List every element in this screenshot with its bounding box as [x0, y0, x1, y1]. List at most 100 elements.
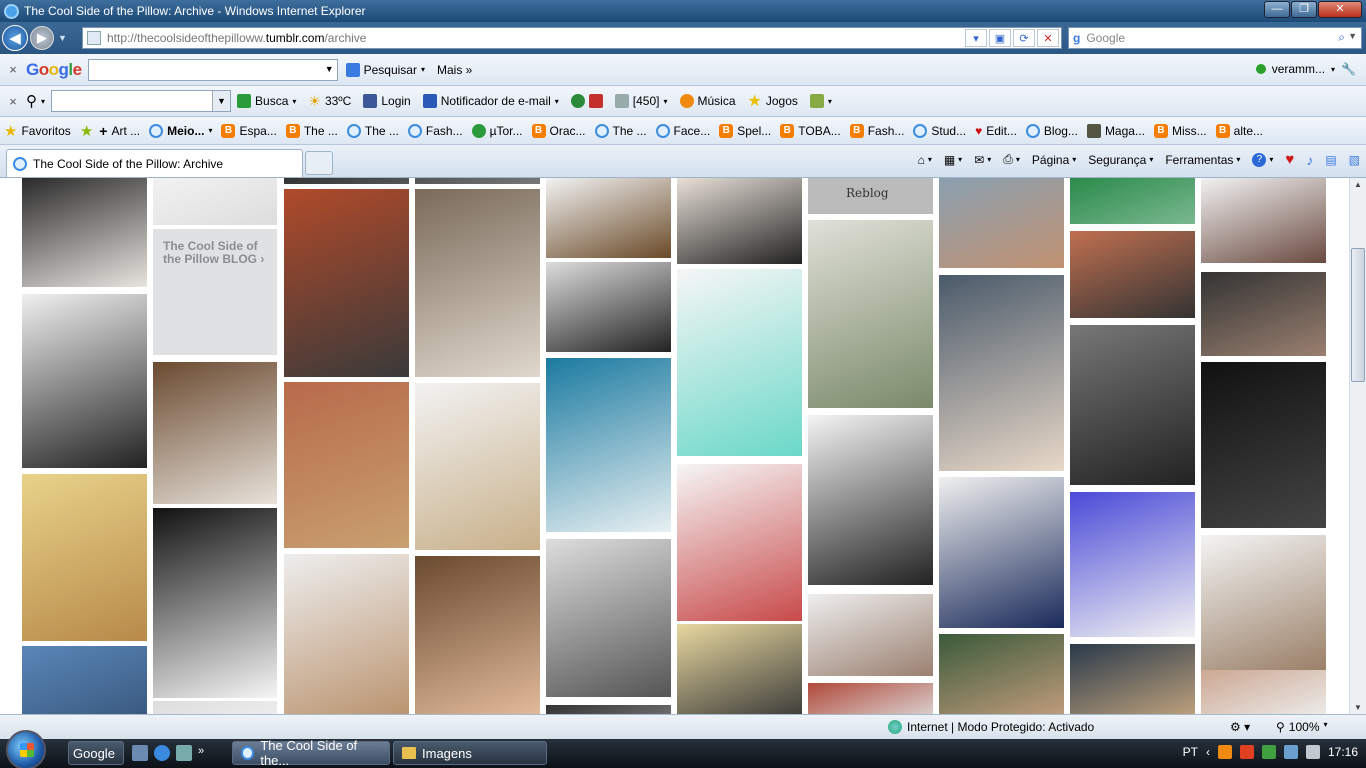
- music-button[interactable]: Música: [679, 94, 736, 108]
- volume-icon[interactable]: [1305, 745, 1320, 759]
- counter-button[interactable]: [450] ▾: [614, 94, 668, 108]
- favorite-item[interactable]: B The ...: [285, 123, 338, 138]
- address-dropdown-icon[interactable]: ▾: [965, 29, 987, 47]
- vertical-scrollbar[interactable]: ▲ ▼: [1349, 178, 1366, 714]
- archive-photo-tile[interactable]: [939, 477, 1064, 628]
- google-search-input[interactable]: ▼: [87, 58, 338, 81]
- tray-antivirus-icon[interactable]: [1239, 745, 1254, 759]
- taskbar-images-folder[interactable]: Imagens: [393, 741, 547, 765]
- tab-archive[interactable]: The Cool Side of the Pillow: Archive: [6, 149, 303, 177]
- busca-button[interactable]: Busca ▾: [237, 94, 296, 108]
- show-desktop-icon[interactable]: [132, 745, 148, 761]
- archive-photo-tile[interactable]: [153, 178, 277, 225]
- tray-security-icon[interactable]: [1261, 745, 1276, 759]
- archive-photo-tile[interactable]: [677, 178, 802, 264]
- heart-icon[interactable]: ♥: [1285, 151, 1294, 168]
- google-search-button[interactable]: Pesquisar ▾: [345, 62, 425, 77]
- research-icon[interactable]: ▧: [1349, 153, 1360, 167]
- maximize-button[interactable]: ❐: [1291, 1, 1317, 18]
- scroll-thumb[interactable]: [1351, 248, 1365, 382]
- forward-button[interactable]: ▶: [30, 26, 54, 50]
- minimize-button[interactable]: —: [1264, 1, 1290, 18]
- favorite-item[interactable]: Fash...: [407, 123, 463, 138]
- ie-icon[interactable]: [154, 745, 170, 761]
- archive-photo-tile[interactable]: [808, 594, 933, 676]
- print-button[interactable]: ⎙ ▾: [1003, 152, 1020, 167]
- favorite-item[interactable]: B Miss...: [1153, 123, 1207, 138]
- network-icon[interactable]: [1283, 745, 1298, 759]
- toolbar-search-input[interactable]: ▼: [51, 90, 232, 112]
- favorite-item[interactable]: µTor...: [471, 123, 523, 138]
- favorite-item[interactable]: Balte...: [1215, 123, 1263, 138]
- archive-photo-tile[interactable]: [1070, 644, 1195, 714]
- favorite-item[interactable]: B Orac...: [531, 123, 586, 138]
- archive-photo-tile[interactable]: [677, 464, 802, 621]
- back-button[interactable]: ◀: [2, 25, 28, 51]
- favorite-item[interactable]: B Spel...: [719, 123, 771, 138]
- archive-photo-tile[interactable]: [153, 701, 277, 714]
- archive-photo-tile[interactable]: [1201, 272, 1326, 356]
- security-zone[interactable]: Internet | Modo Protegido: Activado: [888, 720, 1094, 734]
- archive-photo-tile[interactable]: [22, 646, 147, 714]
- addon-button[interactable]: ▾: [809, 94, 832, 108]
- taskbar-ie-window[interactable]: The Cool Side of the...: [232, 738, 390, 768]
- archive-photo-tile[interactable]: [415, 556, 540, 714]
- search-options-icon[interactable]: ▼: [1348, 31, 1357, 41]
- archive-photo-tile[interactable]: [546, 178, 671, 258]
- archive-photo-tile[interactable]: [939, 275, 1064, 471]
- favorite-item[interactable]: B TOBA...: [780, 123, 841, 138]
- home-button[interactable]: ⌂ ▾: [918, 153, 932, 167]
- favorite-item[interactable]: The ...: [346, 123, 399, 138]
- archive-photo-tile[interactable]: [546, 262, 671, 352]
- archive-photo-tile[interactable]: [284, 382, 409, 548]
- toolbar2-close-icon[interactable]: ×: [0, 94, 26, 109]
- tray-app-icon[interactable]: [1217, 745, 1232, 759]
- reblog-tile[interactable]: Reblog: [808, 178, 933, 214]
- archive-photo-tile[interactable]: [939, 634, 1064, 714]
- favorites-button[interactable]: ★ Favoritos: [4, 122, 71, 140]
- blog-title-tile[interactable]: The Cool Side of the Pillow BLOG ›: [153, 229, 277, 355]
- stop-icon[interactable]: ✕: [1037, 29, 1059, 47]
- chevron-down-icon[interactable]: ▼: [212, 91, 231, 111]
- more-icon[interactable]: »: [198, 745, 204, 761]
- favorite-item[interactable]: The ...: [594, 123, 647, 138]
- archive-photo-tile[interactable]: [1201, 362, 1326, 528]
- archive-photo-tile[interactable]: [1070, 178, 1195, 224]
- add-favorite-icon[interactable]: ★: [80, 122, 93, 140]
- facebook-login-button[interactable]: Login: [363, 94, 411, 108]
- archive-photo-tile[interactable]: [546, 358, 671, 532]
- archive-photo-tile[interactable]: [415, 189, 540, 377]
- archive-photo-tile[interactable]: [808, 220, 933, 408]
- games-button[interactable]: ★ Jogos: [748, 91, 798, 111]
- favorite-item[interactable]: Face...: [655, 123, 710, 138]
- archive-photo-tile[interactable]: [1070, 492, 1195, 637]
- favorite-item[interactable]: Blog...: [1025, 123, 1078, 138]
- archive-photo-tile[interactable]: [284, 189, 409, 377]
- safety-menu[interactable]: Segurança ▾: [1088, 153, 1153, 167]
- scroll-up-icon[interactable]: ▲: [1354, 180, 1362, 189]
- address-bar[interactable]: http://thecoolsideofthepilloww.tumblr.co…: [82, 27, 1062, 49]
- archive-photo-tile[interactable]: [808, 683, 933, 714]
- compat-view-icon[interactable]: ▣: [989, 29, 1011, 47]
- archive-photo-tile[interactable]: [546, 705, 671, 714]
- scroll-down-icon[interactable]: ▼: [1354, 703, 1362, 712]
- feeds-button[interactable]: ▦ ▾: [944, 153, 962, 167]
- archive-photo-tile[interactable]: [153, 362, 277, 504]
- favorite-item[interactable]: ♥ Edit...: [975, 124, 1017, 138]
- google-toolbar-close-icon[interactable]: ×: [0, 62, 26, 77]
- favorite-item[interactable]: B Fash...: [849, 123, 904, 138]
- new-tab-button[interactable]: [305, 151, 333, 175]
- browser-search-box[interactable]: g Google ⌕ ▼: [1068, 27, 1362, 49]
- archive-photo-tile[interactable]: [546, 539, 671, 697]
- weather-item[interactable]: ☀ 33ºC: [308, 93, 351, 110]
- url-text[interactable]: http://thecoolsideofthepilloww.tumblr.co…: [107, 31, 366, 45]
- favorite-item[interactable]: Stud...: [913, 123, 966, 138]
- mail-button[interactable]: ✉ ▾: [974, 153, 991, 167]
- refresh-icon[interactable]: ⟳: [1013, 29, 1035, 47]
- close-button[interactable]: ✕: [1318, 1, 1362, 18]
- page-menu[interactable]: Página ▾: [1032, 153, 1076, 167]
- archive-photo-tile[interactable]: [284, 178, 409, 184]
- start-button[interactable]: [6, 729, 46, 768]
- chevron-down-icon[interactable]: ▼: [325, 64, 334, 74]
- favorite-item[interactable]: Meio... ▾: [149, 123, 212, 138]
